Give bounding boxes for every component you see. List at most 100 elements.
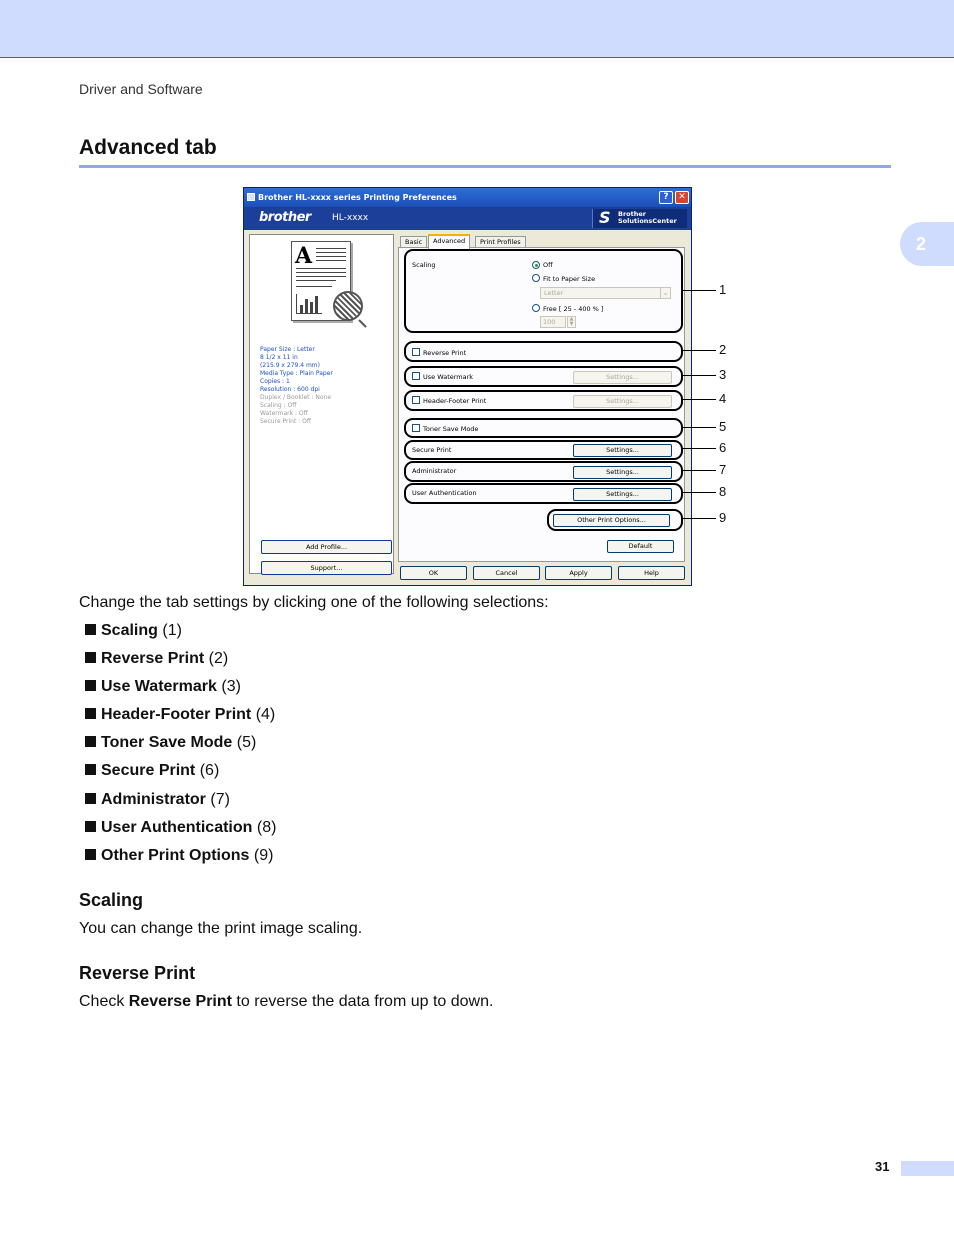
list-item-name: Administrator — [101, 790, 206, 808]
settings-summary: Paper Size : Letter 8 1/2 x 11 in (215.9… — [260, 346, 390, 426]
close-icon[interactable]: ✕ — [675, 191, 689, 204]
brother-logo: brother — [259, 210, 311, 225]
magnifier-icon — [333, 291, 363, 321]
selection-list: Scaling (1) Reverse Print (2) Use Waterm… — [85, 620, 276, 873]
info-watermark: Watermark : Off — [260, 410, 308, 417]
callout-leader — [683, 470, 716, 471]
printing-preferences-dialog: Brother HL-xxxx series Printing Preferen… — [243, 187, 692, 586]
callout-number: 2 — [719, 342, 727, 357]
header-footer-settings-button[interactable]: Settings... — [573, 395, 672, 408]
use-watermark-label: Use Watermark — [423, 373, 474, 381]
callout-number: 4 — [719, 391, 727, 406]
callout-leader — [683, 492, 716, 493]
scaling-off-label: Off — [543, 261, 553, 269]
list-item-ref: (3) — [221, 678, 241, 696]
chapter-tab: 2 — [900, 222, 954, 266]
help-icon[interactable]: ? — [659, 191, 673, 204]
info-scaling: Scaling : Off — [260, 402, 297, 409]
toner-save-checkbox[interactable] — [412, 424, 420, 432]
ok-button[interactable]: OK — [400, 566, 467, 580]
list-item-name: Scaling — [101, 622, 158, 639]
info-media-type: Media Type : Plain Paper — [260, 370, 333, 377]
running-head: Driver and Software — [79, 81, 203, 97]
info-paper-size: Paper Size : Letter — [260, 346, 315, 353]
secure-print-label: Secure Print — [412, 446, 452, 454]
free-scaling-radio[interactable] — [532, 304, 540, 312]
header-footer-checkbox[interactable] — [412, 396, 420, 404]
callout-leader — [683, 350, 716, 351]
scaling-off-radio[interactable] — [532, 261, 540, 269]
solutions-center-icon: S — [599, 208, 611, 227]
settings-summary-pane: A Paper Size : Letter 8 1/2 x 11 in (215… — [249, 234, 394, 575]
info-size-in: 8 1/2 x 11 in — [260, 354, 298, 361]
callout-leader — [683, 427, 716, 428]
reverse-text-bold: Reverse Print — [128, 993, 232, 1010]
help-button[interactable]: Help — [618, 566, 685, 580]
solutions-center-button[interactable]: S Brother SolutionsCenter — [592, 208, 687, 228]
reverse-text-before: Check — [79, 993, 129, 1010]
bullet-square-icon — [85, 652, 96, 664]
header-footer-label: Header-Footer Print — [423, 397, 487, 405]
title-rule — [79, 165, 891, 168]
reverse-print-heading: Reverse Print — [79, 963, 196, 983]
info-secure-print: Secure Print : Off — [260, 418, 312, 425]
user-authentication-settings-button[interactable]: Settings... — [573, 488, 672, 501]
model-name: HL-xxxx — [332, 213, 369, 223]
administrator-settings-button[interactable]: Settings... — [573, 466, 672, 479]
callout-number: 8 — [719, 484, 727, 499]
scaling-text: You can change the print image scaling. — [79, 920, 363, 937]
printer-icon — [247, 193, 255, 201]
list-item-name: Other Print Options — [101, 846, 250, 864]
secure-print-settings-button[interactable]: Settings... — [573, 444, 672, 457]
watermark-settings-button[interactable]: Settings... — [573, 371, 672, 384]
scaling-percent-input[interactable]: 100 — [540, 316, 566, 328]
page-preview: A — [291, 241, 367, 328]
bullet-square-icon — [85, 680, 96, 692]
fit-to-paper-radio[interactable] — [532, 274, 540, 282]
info-duplex: Duplex / Booklet : None — [260, 394, 332, 401]
callout-leader — [683, 290, 716, 291]
free-scaling-label: Free [ 25 - 400 % ] — [543, 305, 604, 313]
footer-band — [901, 1161, 954, 1176]
fit-to-paper-label: Fit to Paper Size — [543, 275, 596, 283]
callout-leader — [683, 375, 716, 376]
scaling-heading: Scaling — [79, 890, 144, 910]
page-title: Advanced tab — [79, 136, 217, 159]
list-item-ref: (1) — [162, 622, 182, 639]
apply-button[interactable]: Apply — [545, 566, 612, 580]
list-item-ref: (4) — [255, 706, 276, 724]
scaling-label: Scaling — [412, 261, 436, 269]
list-item: Secure Print (6) — [85, 760, 276, 788]
fit-paper-select[interactable]: Letter ⌄ — [540, 287, 671, 299]
bullet-square-icon — [85, 764, 96, 776]
info-size-mm: (215.9 x 279.4 mm) — [260, 362, 320, 369]
cancel-button[interactable]: Cancel — [473, 566, 540, 580]
callout-leader — [683, 518, 716, 519]
callout-number: 7 — [719, 462, 727, 477]
bullet-square-icon — [85, 848, 96, 860]
dialog-title: Brother HL-xxxx series Printing Preferen… — [258, 193, 457, 202]
header-band — [0, 0, 954, 58]
callout-leader — [683, 399, 716, 400]
bullet-square-icon — [85, 708, 96, 720]
solutions-center-line2: SolutionsCenter — [618, 217, 677, 225]
add-profile-button[interactable]: Add Profile... — [261, 540, 392, 554]
intro-text: Change the tab settings by clicking one … — [79, 594, 549, 611]
administrator-label: Administrator — [412, 467, 457, 475]
callout-number: 1 — [719, 282, 727, 297]
reverse-print-checkbox[interactable] — [412, 348, 420, 356]
use-watermark-checkbox[interactable] — [412, 372, 420, 380]
callout-leader — [683, 448, 716, 449]
default-button[interactable]: Default — [607, 540, 674, 553]
fit-paper-select-value: Letter — [544, 289, 564, 297]
scaling-percent-stepper[interactable]: ▲ ▼ — [567, 316, 576, 328]
support-button[interactable]: Support... — [261, 561, 392, 575]
bullet-square-icon — [85, 736, 96, 748]
toner-save-label: Toner Save Mode — [423, 425, 479, 433]
other-print-options-button[interactable]: Other Print Options... — [553, 514, 670, 527]
tab-advanced[interactable]: Advanced — [428, 234, 471, 249]
bullet-square-icon — [85, 820, 96, 832]
reverse-print-label: Reverse Print — [423, 349, 467, 357]
user-authentication-label: User Authentication — [412, 489, 477, 497]
list-item: Scaling (1) — [85, 620, 276, 648]
